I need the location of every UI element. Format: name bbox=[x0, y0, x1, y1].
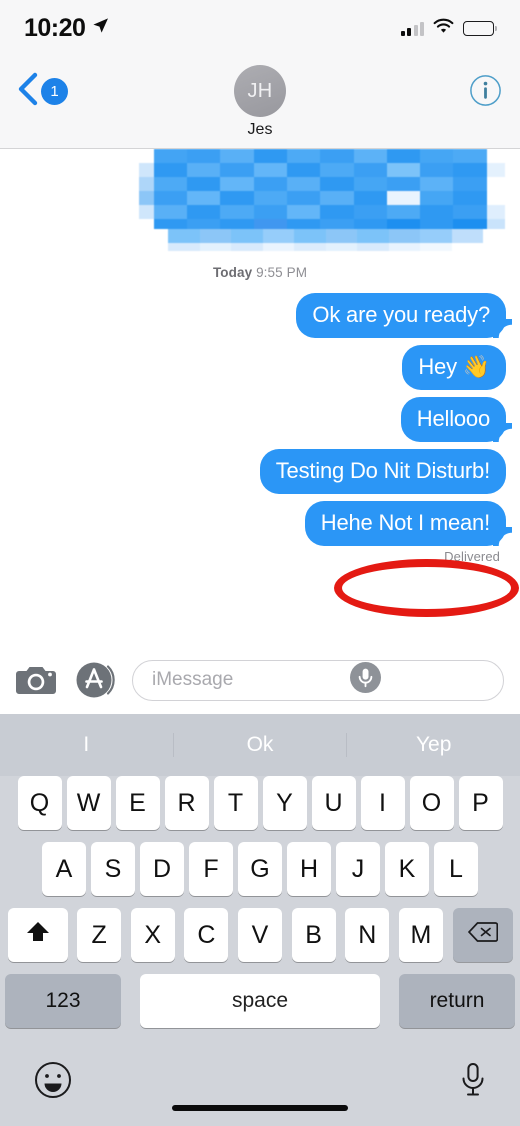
day-timestamp: Today 9:55 PM bbox=[213, 265, 307, 280]
dictation-microphone-icon[interactable] bbox=[460, 1062, 486, 1103]
return-key[interactable]: return bbox=[399, 974, 515, 1028]
message-bubble-outgoing[interactable]: Hehe Not I mean! bbox=[304, 501, 506, 546]
status-bar-left: 10:20 bbox=[24, 14, 109, 43]
message-row: Ok are you ready? bbox=[14, 293, 506, 338]
message-thread[interactable]: Today 9:55 PM Ok are you ready? Hey 👋 He… bbox=[0, 149, 520, 646]
info-button[interactable] bbox=[469, 74, 502, 112]
key-o[interactable]: O bbox=[409, 776, 454, 830]
smiley-face-icon[interactable] bbox=[34, 1061, 72, 1104]
message-input-bar: iMessage bbox=[0, 646, 520, 714]
key-n[interactable]: N bbox=[345, 908, 390, 962]
timestamp-time: 9:55 PM bbox=[256, 265, 308, 280]
microphone-icon[interactable] bbox=[349, 661, 497, 699]
message-bubble-outgoing[interactable]: Hellooo bbox=[400, 397, 506, 442]
key-k[interactable]: K bbox=[385, 842, 429, 896]
contact-name: Jes bbox=[247, 121, 273, 138]
location-arrow-icon bbox=[92, 17, 109, 39]
status-bar: 10:20 bbox=[0, 0, 520, 56]
key-c[interactable]: C bbox=[184, 908, 229, 962]
prediction-2[interactable]: Yep bbox=[346, 733, 520, 757]
key-a[interactable]: A bbox=[42, 842, 86, 896]
key-s[interactable]: S bbox=[91, 842, 135, 896]
key-b[interactable]: B bbox=[291, 908, 336, 962]
app-store-icon[interactable] bbox=[75, 660, 115, 700]
backspace-delete-icon bbox=[467, 921, 498, 950]
avatar-initials: JH bbox=[247, 79, 273, 102]
key-q[interactable]: Q bbox=[17, 776, 62, 830]
backspace-key[interactable] bbox=[452, 908, 513, 962]
key-u[interactable]: U bbox=[311, 776, 356, 830]
key-w[interactable]: W bbox=[66, 776, 111, 830]
key-r[interactable]: R bbox=[164, 776, 209, 830]
key-g[interactable]: G bbox=[238, 842, 282, 896]
camera-icon[interactable] bbox=[16, 663, 58, 697]
message-bubble-outgoing[interactable]: Hey 👋 bbox=[402, 345, 506, 390]
key-i[interactable]: I bbox=[360, 776, 405, 830]
prediction-1[interactable]: Ok bbox=[172, 733, 347, 757]
key-t[interactable]: T bbox=[213, 776, 258, 830]
cellular-signal-icon bbox=[400, 21, 424, 36]
message-bubble-outgoing[interactable]: Testing Do Nit Disturb! bbox=[259, 449, 506, 494]
timestamp-day: Today bbox=[212, 265, 253, 280]
keyboard-row-1: Q W E R T Y U I O P bbox=[0, 776, 520, 830]
key-m[interactable]: M bbox=[398, 908, 443, 962]
keyboard-bottom-bar bbox=[0, 1038, 520, 1126]
predictive-text-bar: I Ok Yep bbox=[0, 714, 520, 776]
key-y[interactable]: Y bbox=[262, 776, 307, 830]
status-bar-right bbox=[400, 18, 497, 39]
onscreen-keyboard: I Ok Yep Q W E R T Y U I O P A S D F G H… bbox=[0, 714, 520, 1126]
prediction-0[interactable]: I bbox=[0, 733, 173, 757]
conversation-header: 1 JH Jes bbox=[0, 56, 520, 149]
message-row: Hehe Not I mean! bbox=[14, 501, 506, 546]
chevron-left-icon bbox=[16, 72, 40, 111]
home-indicator bbox=[172, 1105, 348, 1111]
info-circle-icon bbox=[469, 75, 502, 111]
shift-arrow-icon bbox=[25, 919, 51, 952]
numeric-key[interactable]: 123 bbox=[5, 974, 121, 1028]
keyboard-row-3: Z X C V B N M bbox=[0, 908, 520, 962]
space-key[interactable]: space bbox=[140, 974, 380, 1028]
message-row: Hellooo bbox=[14, 397, 506, 442]
key-d[interactable]: D bbox=[140, 842, 184, 896]
status-bar-clock: 10:20 bbox=[24, 13, 86, 42]
wifi-icon bbox=[433, 18, 454, 39]
imessage-input-field[interactable]: iMessage bbox=[132, 659, 504, 701]
key-p[interactable]: P bbox=[458, 776, 503, 830]
delivered-status: Delivered bbox=[444, 549, 500, 564]
key-e[interactable]: E bbox=[115, 776, 160, 830]
messages-app-screen: 10:20 1 JH Jes Today 9:55 PM Ok are you … bbox=[0, 0, 520, 1126]
avatar[interactable]: JH bbox=[234, 65, 286, 117]
key-x[interactable]: X bbox=[130, 908, 175, 962]
message-row: Testing Do Nit Disturb! bbox=[14, 449, 506, 494]
shift-key[interactable] bbox=[7, 908, 68, 962]
key-l[interactable]: L bbox=[434, 842, 478, 896]
key-f[interactable]: F bbox=[189, 842, 233, 896]
key-z[interactable]: Z bbox=[77, 908, 122, 962]
battery-icon bbox=[463, 20, 497, 36]
contact-header[interactable]: JH Jes bbox=[234, 56, 286, 139]
keyboard-row-2: A S D F G H J K L bbox=[0, 842, 520, 896]
message-bubble-outgoing[interactable]: Ok are you ready? bbox=[296, 293, 506, 338]
back-button[interactable]: 1 bbox=[16, 72, 68, 111]
keyboard-row-4: 123 space return bbox=[0, 974, 520, 1028]
unread-count-badge: 1 bbox=[41, 78, 68, 105]
imessage-placeholder: iMessage bbox=[152, 669, 234, 690]
message-row: Hey 👋 bbox=[14, 345, 506, 390]
key-h[interactable]: H bbox=[287, 842, 331, 896]
key-j[interactable]: J bbox=[336, 842, 380, 896]
key-v[interactable]: V bbox=[238, 908, 282, 962]
censored-image-bubble[interactable] bbox=[139, 149, 506, 251]
